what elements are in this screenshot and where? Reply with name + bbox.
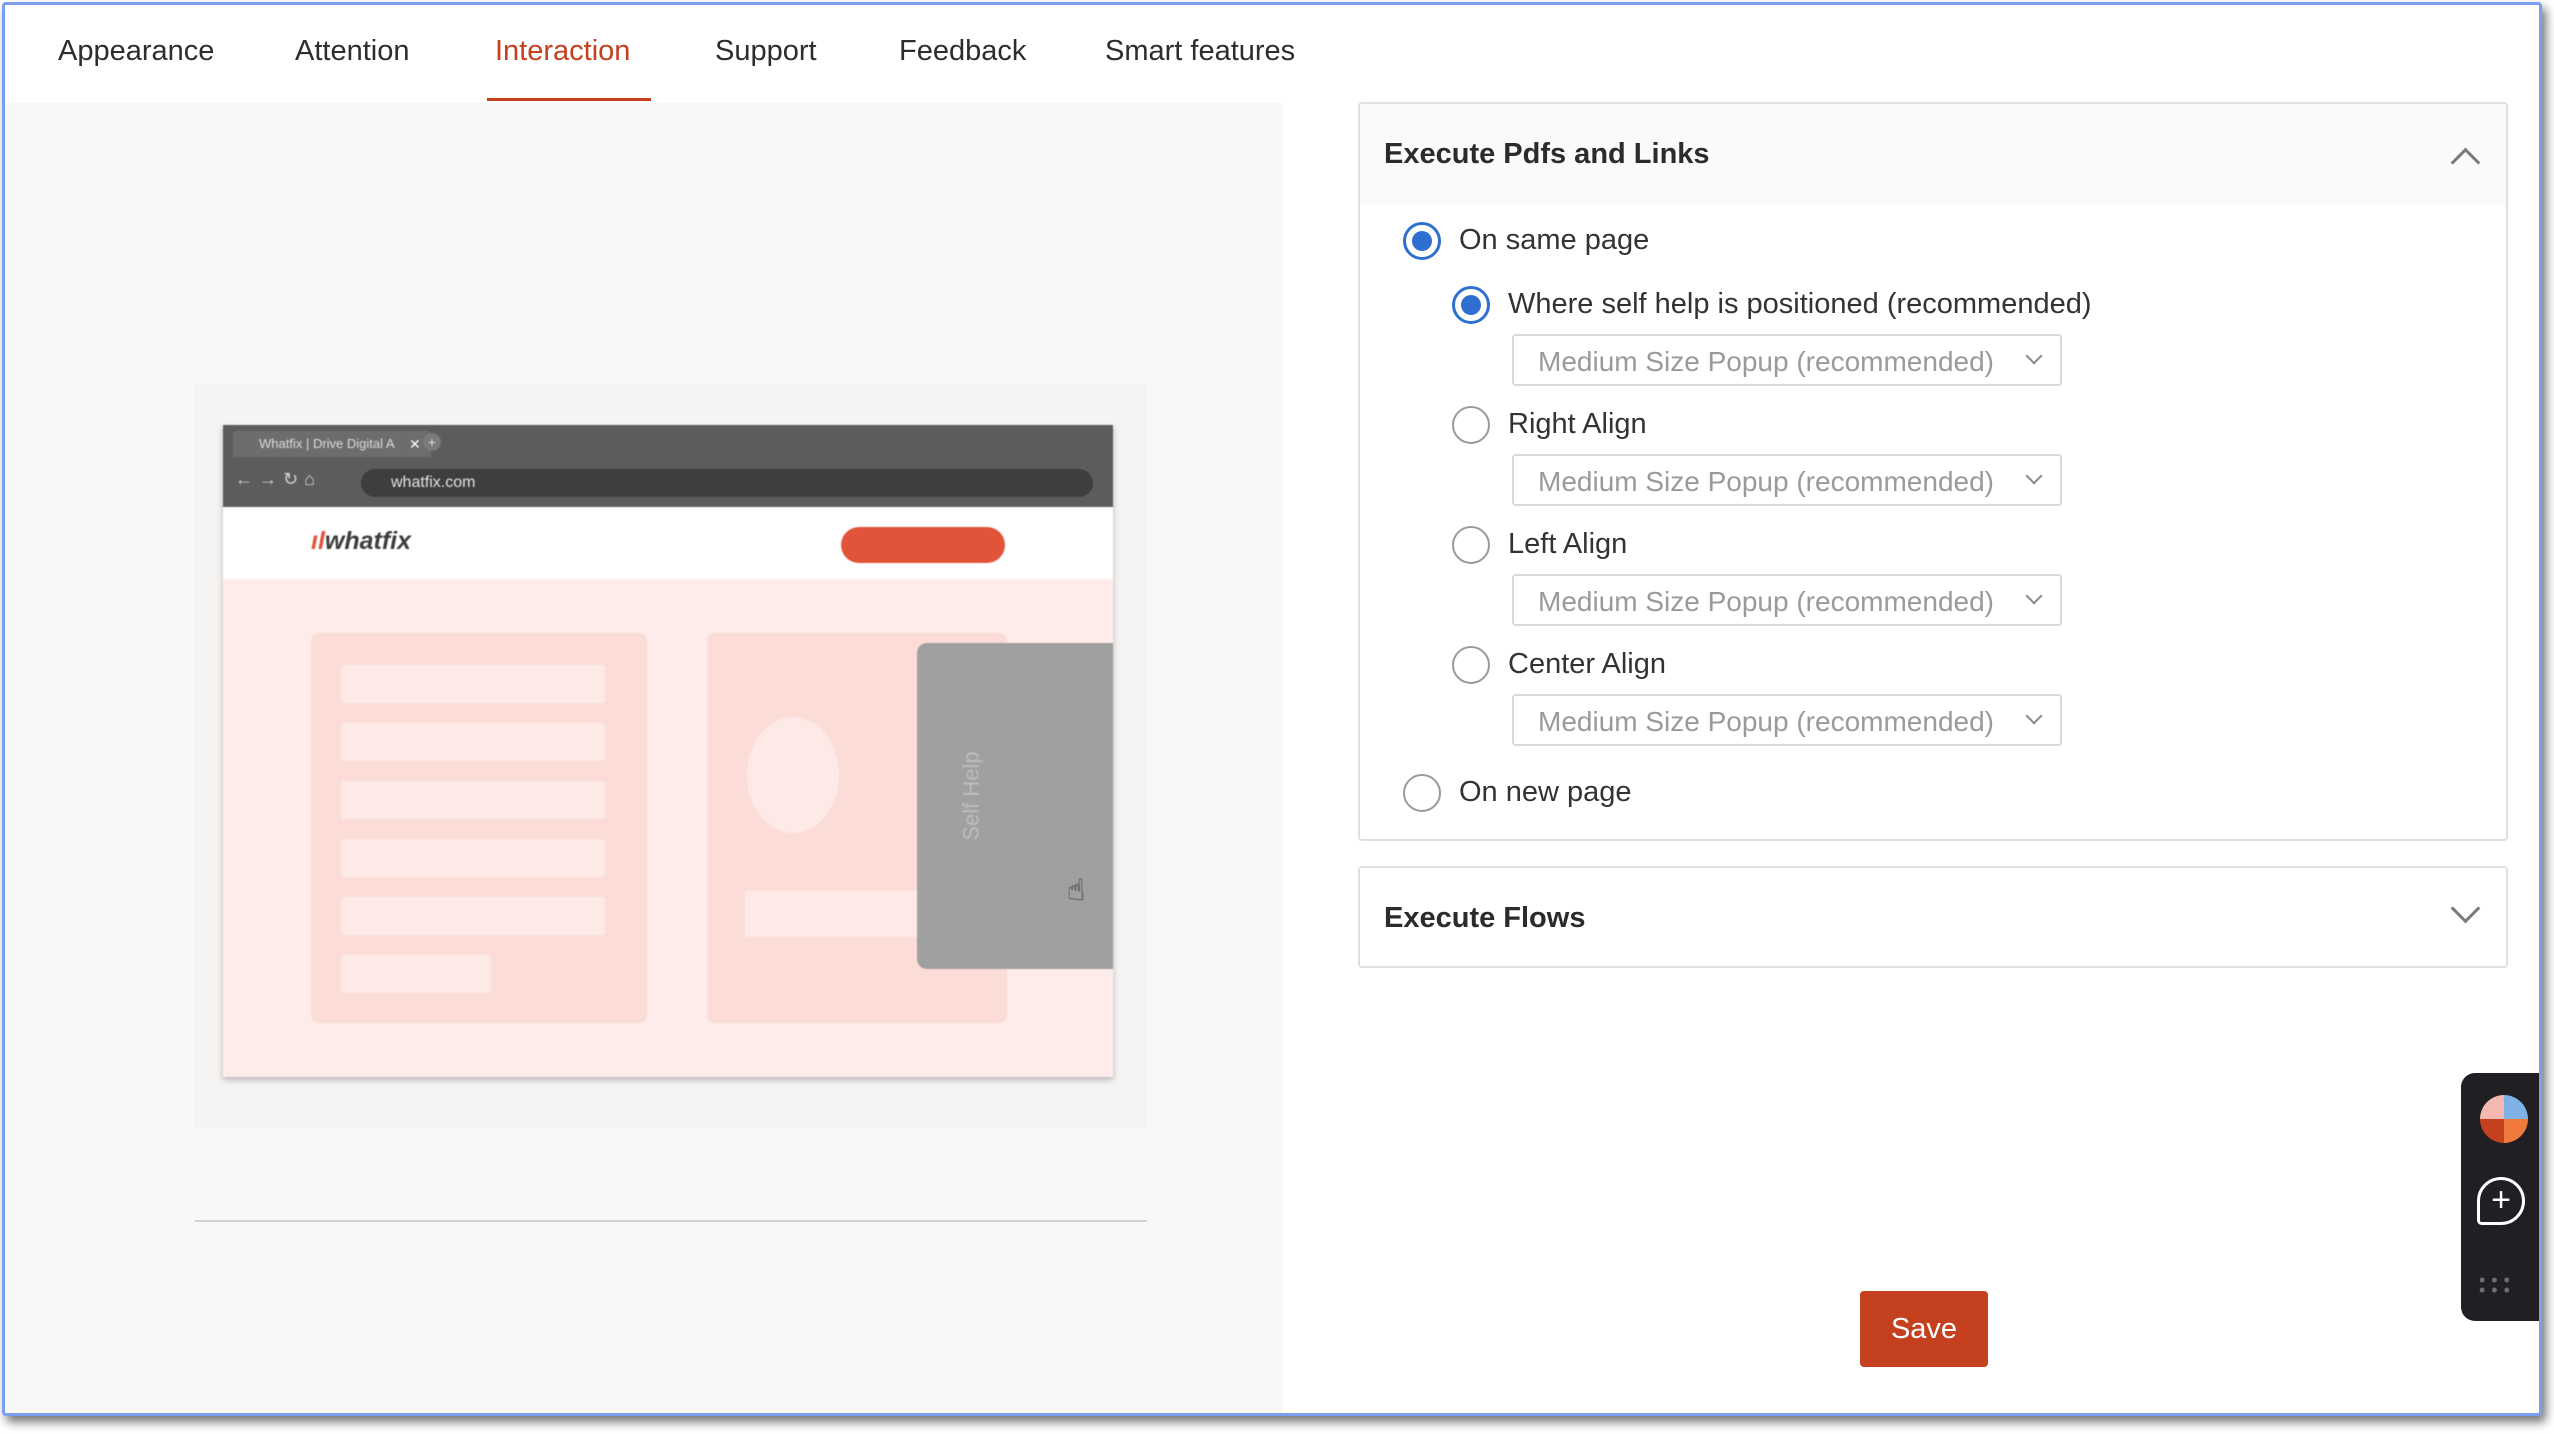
label-self-help-position: Where self help is positioned (recommend… bbox=[1508, 288, 2092, 320]
tab-support[interactable]: Support bbox=[715, 35, 817, 68]
flows-header[interactable]: Execute Flows bbox=[1360, 868, 2506, 964]
tab-bar: Appearance Attention Interaction Support… bbox=[5, 5, 1355, 101]
chevron-up-icon[interactable] bbox=[2450, 147, 2481, 178]
radio-self-help-position[interactable] bbox=[1452, 286, 1490, 324]
self-help-label: Self Help bbox=[958, 751, 984, 841]
floating-widget: + ••• ••• bbox=[2461, 1073, 2539, 1321]
label-same-page: On same page bbox=[1459, 224, 1650, 256]
label-new-page: On new page bbox=[1459, 776, 1632, 808]
radio-center-align[interactable] bbox=[1452, 646, 1490, 684]
radio-same-page[interactable] bbox=[1403, 222, 1441, 260]
label-right-align: Right Align bbox=[1508, 408, 1647, 440]
tab-smart-features[interactable]: Smart features bbox=[1105, 35, 1295, 68]
chevron-down-icon bbox=[2025, 587, 2043, 605]
address-bar: whatfix.com bbox=[361, 469, 1093, 497]
browser-toolbar: Whatfix | Drive Digital A ✕ + ←→↻⌂ whatf… bbox=[223, 425, 1113, 507]
chevron-down-icon bbox=[2025, 707, 2043, 725]
chevron-down-icon bbox=[2025, 467, 2043, 485]
hand-cursor-icon: ☝ bbox=[1067, 874, 1086, 907]
pdfs-links-title: Execute Pdfs and Links bbox=[1384, 138, 1710, 170]
whatfix-logo: ılwhatfix bbox=[311, 527, 412, 555]
browser-tab: Whatfix | Drive Digital A ✕ bbox=[233, 431, 431, 457]
radio-new-page[interactable] bbox=[1403, 774, 1441, 812]
popup-size-select-self-help[interactable]: Medium Size Popup (recommended) bbox=[1512, 334, 2062, 386]
flows-title: Execute Flows bbox=[1384, 902, 1586, 934]
label-center-align: Center Align bbox=[1508, 648, 1666, 680]
app-window: Appearance Attention Interaction Support… bbox=[2, 2, 2542, 1416]
preview-animation: Whatfix | Drive Digital A ✕ + ←→↻⌂ whatf… bbox=[195, 383, 1147, 1128]
radio-left-align[interactable] bbox=[1452, 526, 1490, 564]
browser-nav-icons: ←→↻⌂ bbox=[235, 469, 321, 489]
pdfs-links-header[interactable]: Execute Pdfs and Links bbox=[1360, 104, 2506, 204]
chevron-down-icon bbox=[2025, 347, 2043, 365]
save-button[interactable]: Save bbox=[1860, 1291, 1988, 1367]
close-icon: ✕ bbox=[409, 436, 421, 452]
pie-chart-icon[interactable] bbox=[2480, 1095, 2528, 1143]
content-card-left bbox=[311, 633, 647, 1023]
pdfs-links-section: Execute Pdfs and Links On same page Wher… bbox=[1358, 102, 2508, 841]
label-left-align: Left Align bbox=[1508, 528, 1628, 560]
add-content-icon[interactable]: + bbox=[2477, 1177, 2525, 1225]
popup-size-select-left[interactable]: Medium Size Popup (recommended) bbox=[1512, 574, 2062, 626]
address-text: whatfix.com bbox=[391, 474, 476, 491]
tab-appearance[interactable]: Appearance bbox=[58, 35, 214, 68]
preview-divider bbox=[195, 1220, 1147, 1222]
tab-feedback[interactable]: Feedback bbox=[899, 35, 1026, 68]
radio-right-align[interactable] bbox=[1452, 406, 1490, 444]
preview-panel: Whatfix | Drive Digital A ✕ + ←→↻⌂ whatf… bbox=[5, 103, 1283, 1413]
flows-section: Execute Flows bbox=[1358, 866, 2508, 968]
chevron-down-icon[interactable] bbox=[2450, 893, 2481, 924]
plus-icon: + bbox=[423, 433, 441, 451]
active-tab-indicator bbox=[487, 98, 651, 101]
popup-size-select-right[interactable]: Medium Size Popup (recommended) bbox=[1512, 454, 2062, 506]
site-cta-button bbox=[841, 527, 1005, 563]
browser-mockup: Whatfix | Drive Digital A ✕ + ←→↻⌂ whatf… bbox=[223, 425, 1113, 1077]
tab-interaction[interactable]: Interaction bbox=[495, 35, 630, 68]
tab-attention[interactable]: Attention bbox=[295, 35, 409, 68]
popup-size-select-center[interactable]: Medium Size Popup (recommended) bbox=[1512, 694, 2062, 746]
browser-tab-title: Whatfix | Drive Digital A bbox=[259, 436, 395, 451]
drag-handle-icon[interactable]: ••• ••• bbox=[2479, 1271, 2529, 1299]
self-help-panel: Self Help ☝ bbox=[917, 643, 1113, 969]
